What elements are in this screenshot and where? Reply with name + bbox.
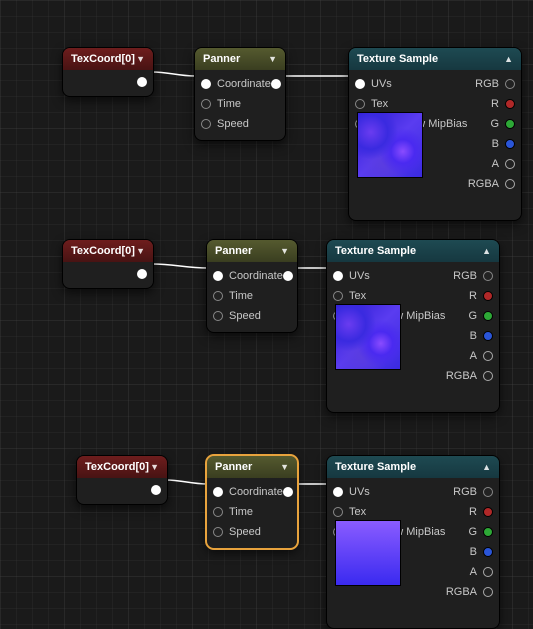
node-title: TexCoord[0] (71, 245, 135, 257)
chevron-up-icon[interactable]: ▲ (504, 54, 513, 64)
chevron-up-icon[interactable]: ▲ (482, 462, 491, 472)
node-header[interactable]: TexCoord[0] ▼ (63, 240, 153, 262)
output-pin-rgba[interactable] (483, 371, 493, 381)
input-pin-speed[interactable] (213, 527, 223, 537)
output-pin-b[interactable] (505, 139, 515, 149)
node-title: Texture Sample (335, 245, 416, 257)
output-pin-g[interactable] (505, 119, 515, 129)
output-pin-r[interactable] (505, 99, 515, 109)
texture-sample-node[interactable]: Texture Sample ▲ UVsRGB TexR Apply View … (326, 239, 500, 413)
texcoord-node[interactable]: TexCoord[0] ▼ (76, 455, 168, 505)
output-pin-b[interactable] (483, 547, 493, 557)
output-pin-rgb[interactable] (483, 487, 493, 497)
output-pin-a[interactable] (483, 567, 493, 577)
panner-node[interactable]: Panner ▼ Coordinate Time Speed (194, 47, 286, 141)
texture-sample-node[interactable]: Texture Sample ▲ UVsRGB TexR Apply View … (326, 455, 500, 629)
output-pin[interactable] (137, 269, 147, 279)
node-title: Panner (215, 461, 252, 473)
output-pin-rgb[interactable] (505, 79, 515, 89)
output-pin-r[interactable] (483, 507, 493, 517)
chevron-down-icon[interactable]: ▼ (150, 462, 159, 472)
input-pin-speed[interactable] (201, 119, 211, 129)
chevron-down-icon[interactable]: ▼ (268, 54, 277, 64)
node-title: TexCoord[0] (85, 461, 149, 473)
texture-sample-node[interactable]: Texture Sample ▲ UVs RGB Tex R Apply Vie… (348, 47, 522, 221)
chevron-down-icon[interactable]: ▼ (136, 246, 145, 256)
texture-preview (357, 112, 423, 178)
chevron-up-icon[interactable]: ▲ (482, 246, 491, 256)
output-pin-rgba[interactable] (483, 587, 493, 597)
node-title: Texture Sample (357, 53, 438, 65)
node-header[interactable]: Panner ▼ (207, 240, 297, 262)
node-title: Texture Sample (335, 461, 416, 473)
texcoord-node[interactable]: TexCoord[0] ▼ (62, 47, 154, 97)
node-header[interactable]: TexCoord[0] ▼ (63, 48, 153, 70)
texture-preview (335, 520, 401, 586)
output-pin-rgba[interactable] (505, 179, 515, 189)
input-pin-coordinate[interactable] (213, 271, 223, 281)
node-title: Panner (215, 245, 252, 257)
input-pin-coordinate[interactable] (201, 79, 211, 89)
input-pin-tex[interactable] (333, 507, 343, 517)
input-pin-time[interactable] (213, 507, 223, 517)
output-pin-rgb[interactable] (483, 271, 493, 281)
chevron-down-icon[interactable]: ▼ (280, 246, 289, 256)
node-header[interactable]: Texture Sample ▲ (349, 48, 521, 70)
input-pin-tex[interactable] (333, 291, 343, 301)
output-pin[interactable] (137, 77, 147, 87)
panner-node-selected[interactable]: Panner ▼ Coordinate Time Speed (206, 455, 298, 549)
chevron-down-icon[interactable]: ▼ (280, 462, 289, 472)
input-pin-uvs[interactable] (333, 271, 343, 281)
input-pin-time[interactable] (213, 291, 223, 301)
node-header[interactable]: Panner ▼ (207, 456, 297, 478)
input-pin-time[interactable] (201, 99, 211, 109)
texture-preview (335, 304, 401, 370)
node-title: TexCoord[0] (71, 53, 135, 65)
input-pin-coordinate[interactable] (213, 487, 223, 497)
node-header[interactable]: TexCoord[0] ▼ (77, 456, 167, 478)
output-pin-g[interactable] (483, 311, 493, 321)
output-pin[interactable] (151, 485, 161, 495)
output-pin-g[interactable] (483, 527, 493, 537)
panner-node[interactable]: Panner ▼ Coordinate Time Speed (206, 239, 298, 333)
output-pin[interactable] (283, 271, 293, 281)
output-pin[interactable] (283, 487, 293, 497)
output-pin-a[interactable] (505, 159, 515, 169)
node-header[interactable]: Texture Sample ▲ (327, 240, 499, 262)
node-header[interactable]: Panner ▼ (195, 48, 285, 70)
input-pin-uvs[interactable] (333, 487, 343, 497)
output-pin[interactable] (271, 79, 281, 89)
input-pin-speed[interactable] (213, 311, 223, 321)
output-pin-b[interactable] (483, 331, 493, 341)
input-pin-uvs[interactable] (355, 79, 365, 89)
input-pin-tex[interactable] (355, 99, 365, 109)
texcoord-node[interactable]: TexCoord[0] ▼ (62, 239, 154, 289)
chevron-down-icon[interactable]: ▼ (136, 54, 145, 64)
output-pin-a[interactable] (483, 351, 493, 361)
output-pin-r[interactable] (483, 291, 493, 301)
node-header[interactable]: Texture Sample ▲ (327, 456, 499, 478)
node-title: Panner (203, 53, 240, 65)
